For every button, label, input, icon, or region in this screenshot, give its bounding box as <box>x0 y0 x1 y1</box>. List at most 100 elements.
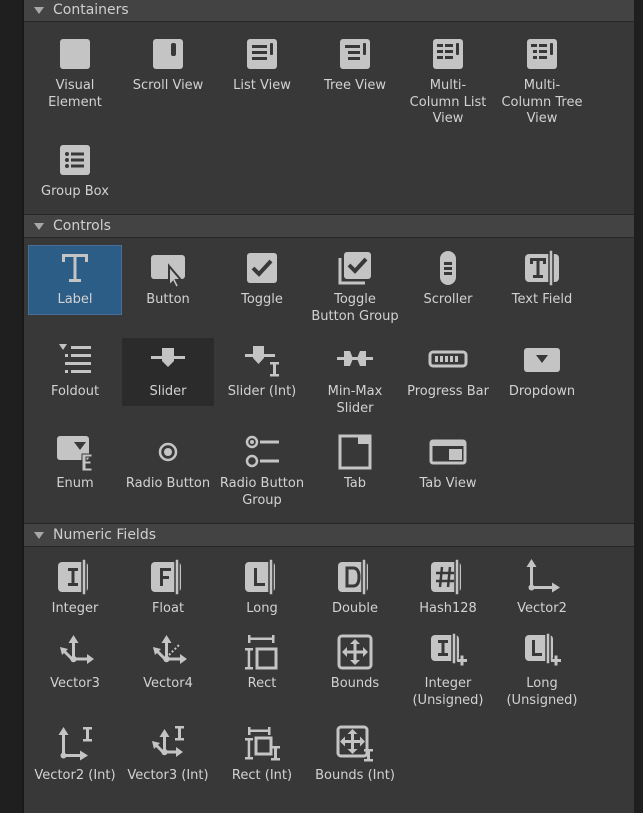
library-item-label: Float <box>151 601 185 616</box>
vector4-icon <box>153 635 187 664</box>
library-item-label: Integer <box>51 601 99 616</box>
library-item-min-max-slider[interactable]: Min-Max Slider <box>309 338 401 416</box>
library-item-list-view[interactable]: List View <box>216 32 308 122</box>
library-item-label: Integer (Unsigned) <box>412 676 484 708</box>
library-item-integer-unsigned[interactable]: Integer (Unsigned) <box>402 630 494 720</box>
library-item-label: Toggle Button Group <box>311 292 399 324</box>
section-header-controls[interactable]: Controls <box>24 214 634 238</box>
library-item-button[interactable]: Button <box>122 246 214 314</box>
long-icon <box>245 558 275 596</box>
library-item-label: Bounds (Int) <box>315 768 395 783</box>
dropdown-icon <box>524 348 560 372</box>
library-item-multi-column-list-view[interactable]: Multi- Column List View <box>402 32 494 126</box>
library-item-rect-int[interactable]: Rect (Int) <box>216 722 308 812</box>
library-item-label: Dropdown <box>508 384 576 399</box>
vector2-icon <box>526 559 560 593</box>
foldout-arrow-icon[interactable] <box>34 7 44 14</box>
section-title: Controls <box>53 218 111 234</box>
library-item-label: Vector4 <box>143 676 193 691</box>
vector3-icon <box>60 635 94 664</box>
library-item-label: Double <box>331 601 379 616</box>
double-icon <box>338 558 368 596</box>
list-view-icon <box>247 39 277 69</box>
scroll-view-icon <box>153 39 183 69</box>
library-item-label: Progress Bar <box>407 384 489 399</box>
tree-view-icon <box>340 39 370 69</box>
foldout-icon <box>59 344 91 373</box>
scrollbar-track[interactable] <box>634 0 643 813</box>
library-item-vector4[interactable]: Vector4 <box>122 630 214 720</box>
foldout-arrow-icon[interactable] <box>34 223 44 230</box>
section-header-numeric-fields[interactable]: Numeric Fields <box>24 523 634 547</box>
library-item-dropdown[interactable]: Dropdown <box>496 338 588 406</box>
library-item-tree-view[interactable]: Tree View <box>309 32 401 122</box>
library-item-label: Group Box <box>41 184 109 199</box>
library-item-radio-button[interactable]: Radio Button <box>122 430 214 520</box>
section-title: Numeric Fields <box>53 527 156 543</box>
library-item-label: Long <box>246 601 278 616</box>
library-item-label: Multi- Column List View <box>409 78 487 126</box>
bounds-int-icon <box>336 725 373 762</box>
library-item-slider-int[interactable]: Slider (Int) <box>216 338 308 406</box>
library-item-vector3[interactable]: Vector3 <box>29 630 121 720</box>
library-item-label: Label <box>57 292 93 307</box>
library-item-bounds-int[interactable]: Bounds (Int) <box>309 722 401 812</box>
library-item-toggle[interactable]: Toggle <box>216 246 308 314</box>
library-item-label: Foldout <box>50 384 100 399</box>
library-item-tab-view[interactable]: Tab View <box>402 430 494 520</box>
library-item-label: Long (Unsigned) <box>506 676 578 708</box>
vector2-int-icon <box>58 727 92 761</box>
library-item-slider[interactable]: Slider <box>122 338 214 406</box>
tab-view-icon <box>429 439 467 465</box>
rect-int-icon <box>245 727 280 761</box>
section-header-containers[interactable]: Containers <box>24 0 634 22</box>
toggle-icon <box>247 253 277 283</box>
library-item-scroll-view[interactable]: Scroll View <box>122 32 214 122</box>
library-item-multi-column-tree-view[interactable]: Multi- Column Tree View <box>496 32 588 126</box>
library-item-label: Bounds <box>330 676 380 691</box>
section-title: Containers <box>53 2 129 18</box>
library-item-rect[interactable]: Rect <box>216 630 308 720</box>
library-item-label: Vector2 (Int) <box>34 768 116 783</box>
library-item-scroller[interactable]: Scroller <box>402 246 494 314</box>
library-item-radio-button-group[interactable]: Radio Button Group <box>216 430 308 520</box>
library-item-toggle-button-group[interactable]: Toggle Button Group <box>309 246 401 324</box>
slider-icon <box>151 348 185 367</box>
library-item-label: Multi- Column Tree View <box>501 78 583 126</box>
button-icon <box>151 255 185 288</box>
library-item-vector2-int[interactable]: Vector2 (Int) <box>29 722 121 812</box>
library-item-label: Vector2 <box>517 601 567 616</box>
library-item-long-unsigned[interactable]: Long (Unsigned) <box>496 630 588 720</box>
library-item-label: Visual Element <box>48 78 102 110</box>
library-item-progress-bar[interactable]: Progress Bar <box>402 338 494 406</box>
long-unsigned-icon <box>525 632 561 666</box>
foldout-arrow-icon[interactable] <box>34 532 44 539</box>
library-item-enum[interactable]: Enum <box>29 430 121 520</box>
library-item-label: Hash128 <box>419 601 477 616</box>
left-dock-strip <box>0 0 22 813</box>
min-max-slider-icon <box>337 351 373 366</box>
text-field-icon <box>525 249 559 287</box>
library-item-label: Vector3 <box>50 676 100 691</box>
library-item-vector3-int[interactable]: Vector3 (Int) <box>122 722 214 812</box>
integer-unsigned-icon <box>431 632 467 666</box>
float-icon <box>151 558 181 596</box>
library-item-bounds[interactable]: Bounds <box>309 630 401 720</box>
visual-element-icon <box>60 39 90 69</box>
multi-column-tree-view-icon <box>527 39 557 69</box>
enum-icon <box>57 436 93 472</box>
library-item-label[interactable]: Label <box>28 245 122 315</box>
library-item-label: Radio Button Group <box>219 476 305 508</box>
library-item-tab[interactable]: Tab <box>309 430 401 520</box>
hash128-icon <box>431 558 461 596</box>
library-item-label: Button <box>146 292 190 307</box>
rect-icon <box>245 635 278 670</box>
library-item-visual-element[interactable]: Visual Element <box>29 32 121 122</box>
library-item-label: List View <box>233 78 291 93</box>
library-item-text-field[interactable]: Text Field <box>496 246 588 314</box>
label-icon <box>62 254 88 282</box>
library-item-label: Min-Max Slider <box>327 384 383 416</box>
bounds-icon <box>337 634 373 670</box>
library-item-label: Tab View <box>419 476 477 491</box>
library-item-foldout[interactable]: Foldout <box>29 338 121 406</box>
